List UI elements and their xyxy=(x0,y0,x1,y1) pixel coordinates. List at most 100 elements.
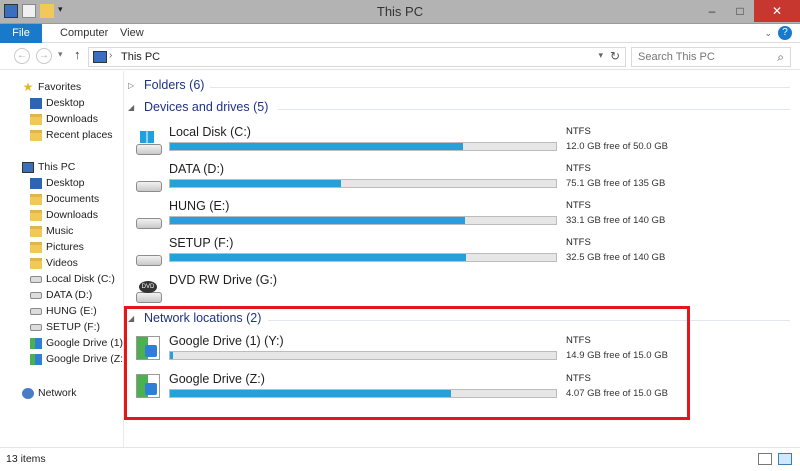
navigation-pane: ★ Favorites Desktop Downloads Recent pla… xyxy=(0,71,123,447)
nav-label: HUNG (E:) xyxy=(46,305,97,317)
nav-network[interactable]: Network xyxy=(22,385,77,401)
pictures-folder-icon xyxy=(30,241,42,253)
usage-bar xyxy=(169,253,557,262)
nav-label: Favorites xyxy=(38,81,82,93)
free-space-label: 12.0 GB free of 50.0 GB xyxy=(566,141,668,152)
nav-label: This PC xyxy=(38,161,76,173)
windows-drive-icon xyxy=(136,131,162,155)
drive-name: HUNG (E:) xyxy=(169,199,230,213)
tiles-view-icon[interactable] xyxy=(778,453,792,465)
nav-google-drive-y[interactable]: Google Drive (1) (Y xyxy=(30,335,123,351)
usage-bar xyxy=(169,179,557,188)
videos-folder-icon xyxy=(30,257,42,269)
tab-file[interactable]: File xyxy=(0,24,42,43)
nav-label: Desktop xyxy=(46,177,85,189)
drive-icon xyxy=(30,275,42,283)
highlight-annotation-box xyxy=(124,306,690,420)
nav-label: Recent places xyxy=(46,129,113,141)
nav-pictures[interactable]: Pictures xyxy=(30,239,84,255)
nav-data-d[interactable]: DATA (D:) xyxy=(30,287,92,303)
recent-places-icon xyxy=(30,129,42,141)
nav-label: Documents xyxy=(46,193,100,205)
nav-label: Music xyxy=(46,225,74,237)
item-count: 13 items xyxy=(6,453,46,465)
back-button[interactable]: ← xyxy=(14,48,30,64)
minimize-button[interactable]: – xyxy=(698,0,726,22)
tab-computer[interactable]: Computer xyxy=(60,24,108,43)
address-row: ← → ▾ ↑ › This PC ▾ ↻ ⌕ xyxy=(0,43,800,70)
drive-name: DVD RW Drive (G:) xyxy=(169,273,278,287)
nav-fav-desktop[interactable]: Desktop xyxy=(30,95,85,111)
details-view-icon[interactable] xyxy=(758,453,772,465)
star-icon: ★ xyxy=(22,79,34,94)
group-divider xyxy=(278,109,790,110)
nav-label: Google Drive (Z:) xyxy=(46,353,123,365)
free-space-label: 75.1 GB free of 135 GB xyxy=(566,178,666,189)
group-label: Folders (6) xyxy=(144,78,205,92)
nav-label: Pictures xyxy=(46,241,84,253)
network-icon xyxy=(22,387,34,399)
address-bar[interactable]: › This PC ▾ ↻ xyxy=(88,47,626,67)
free-space-label: 33.1 GB free of 140 GB xyxy=(566,215,666,226)
drive-item[interactable]: SETUP (F:) NTFS 32.5 GB free of 140 GB xyxy=(136,236,791,270)
ribbon: File Computer View ⌄ ? xyxy=(0,24,800,43)
usage-bar xyxy=(169,216,557,225)
address-dropdown-icon[interactable]: ▾ xyxy=(598,50,603,61)
filesystem-label: NTFS xyxy=(566,200,591,211)
forward-button[interactable]: → xyxy=(36,48,52,64)
search-box[interactable]: ⌕ xyxy=(631,47,791,67)
up-button[interactable]: ↑ xyxy=(74,47,81,62)
music-folder-icon xyxy=(30,225,42,237)
drive-item[interactable]: HUNG (E:) NTFS 33.1 GB free of 140 GB xyxy=(136,199,791,233)
documents-folder-icon xyxy=(30,193,42,205)
drive-name: SETUP (F:) xyxy=(169,236,234,250)
nav-favorites[interactable]: ★ Favorites xyxy=(22,79,82,95)
group-divider xyxy=(210,87,790,88)
expand-icon[interactable]: ▷ xyxy=(128,81,138,90)
help-icon[interactable]: ? xyxy=(778,26,792,40)
search-icon[interactable]: ⌕ xyxy=(777,50,784,65)
drive-item[interactable]: DVD DVD RW Drive (G:) xyxy=(136,273,791,307)
google-drive-icon xyxy=(30,353,42,365)
group-folders[interactable]: ▷ Folders (6) xyxy=(128,78,790,92)
filesystem-label: NTFS xyxy=(566,163,591,174)
nav-local-disk-c[interactable]: Local Disk (C:) xyxy=(30,271,115,287)
hard-drive-icon xyxy=(136,168,162,192)
nav-this-pc[interactable]: This PC xyxy=(22,159,75,175)
nav-documents[interactable]: Documents xyxy=(30,191,99,207)
nav-downloads[interactable]: Downloads xyxy=(30,207,98,223)
pc-icon xyxy=(93,51,107,63)
breadcrumb-separator-icon[interactable]: › xyxy=(109,50,112,61)
collapse-icon[interactable]: ◢ xyxy=(128,103,138,112)
filesystem-label: NTFS xyxy=(566,126,591,137)
nav-label: DATA (D:) xyxy=(46,289,93,301)
nav-fav-recent-places[interactable]: Recent places xyxy=(30,127,113,143)
nav-hung-e[interactable]: HUNG (E:) xyxy=(30,303,97,319)
nav-videos[interactable]: Videos xyxy=(30,255,78,271)
nav-fav-downloads[interactable]: Downloads xyxy=(30,111,98,127)
maximize-button[interactable]: □ xyxy=(726,0,754,22)
drive-icon xyxy=(30,307,42,315)
drive-item[interactable]: DATA (D:) NTFS 75.1 GB free of 135 GB xyxy=(136,162,791,196)
group-devices[interactable]: ◢ Devices and drives (5) xyxy=(128,100,790,114)
close-button[interactable]: ✕ xyxy=(754,0,800,22)
drive-item[interactable]: Local Disk (C:) NTFS 12.0 GB free of 50.… xyxy=(136,125,791,159)
nav-setup-f[interactable]: SETUP (F:) xyxy=(30,319,100,335)
nav-label: SETUP (F:) xyxy=(46,321,101,333)
nav-music[interactable]: Music xyxy=(30,223,73,239)
refresh-icon[interactable]: ↻ xyxy=(610,49,620,63)
pc-icon xyxy=(22,161,34,173)
breadcrumb[interactable]: This PC xyxy=(121,51,160,63)
nav-label: Downloads xyxy=(46,113,98,125)
filesystem-label: NTFS xyxy=(566,237,591,248)
hard-drive-icon xyxy=(136,242,162,266)
expand-ribbon-icon[interactable]: ⌄ xyxy=(764,28,772,39)
tab-view[interactable]: View xyxy=(120,24,144,43)
free-space-label: 32.5 GB free of 140 GB xyxy=(566,252,666,263)
downloads-folder-icon xyxy=(30,209,42,221)
search-input[interactable] xyxy=(632,48,762,66)
nav-desktop[interactable]: Desktop xyxy=(30,175,85,191)
downloads-folder-icon xyxy=(30,113,42,125)
recent-locations-icon[interactable]: ▾ xyxy=(58,49,63,60)
nav-google-drive-z[interactable]: Google Drive (Z:) xyxy=(30,351,123,367)
